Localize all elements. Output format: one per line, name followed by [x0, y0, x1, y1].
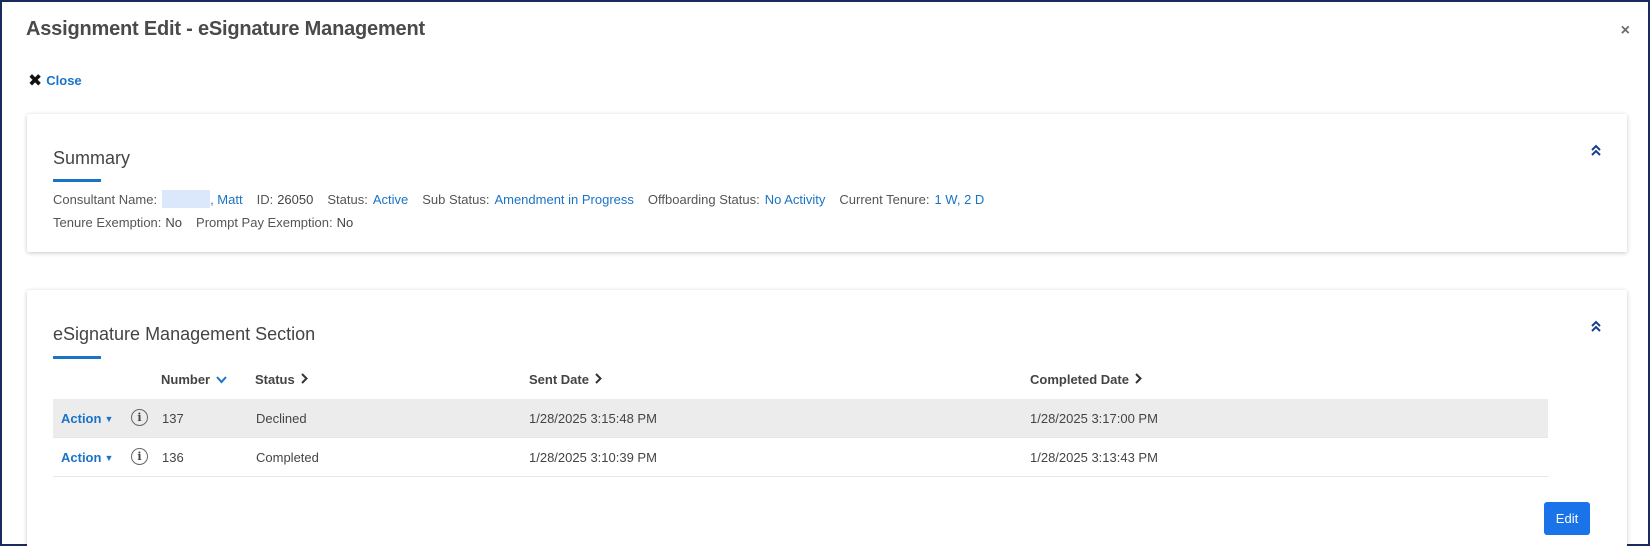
esignature-title-underline	[53, 356, 101, 359]
row-sent-date: 1/28/2025 3:15:48 PM	[529, 411, 657, 426]
row-status: Declined	[256, 411, 307, 426]
info-icon[interactable]: i	[131, 409, 148, 426]
row-sent-date: 1/28/2025 3:10:39 PM	[529, 450, 657, 465]
redacted-name	[162, 190, 211, 208]
tenure-exemption-value: No	[165, 215, 183, 230]
column-header-status[interactable]: Status	[255, 372, 308, 387]
consultant-name-label: Consultant Name:	[53, 191, 158, 207]
modal-close-icon[interactable]: ×	[1621, 22, 1630, 40]
caret-down-icon: ▼	[104, 413, 114, 424]
table-row: Action ▼ i 136 Completed 1/28/2025 3:10:…	[53, 438, 1548, 477]
status-label: Status:	[327, 191, 368, 207]
action-dropdown[interactable]: Action ▼	[61, 450, 113, 465]
info-icon[interactable]: i	[131, 448, 148, 465]
chevron-right-icon	[595, 372, 602, 387]
esignature-panel: eSignature Management Section Number Sta…	[27, 290, 1627, 546]
current-tenure-label: Current Tenure:	[839, 191, 930, 207]
caret-down-icon: ▼	[104, 452, 114, 463]
action-dropdown[interactable]: Action ▼	[61, 411, 113, 426]
close-link[interactable]: ✖ Close	[28, 72, 82, 89]
chevron-right-icon	[1135, 372, 1142, 387]
edit-button[interactable]: Edit	[1544, 502, 1590, 535]
summary-row-2: Tenure Exemption: No Prompt Pay Exemptio…	[53, 215, 353, 230]
offboarding-status-label: Offboarding Status:	[647, 191, 760, 207]
row-completed-date: 1/28/2025 3:13:43 PM	[1030, 450, 1158, 465]
esignature-title: eSignature Management Section	[53, 324, 316, 344]
summary-collapse-icon[interactable]	[1591, 144, 1601, 158]
column-header-number[interactable]: Number	[161, 372, 227, 387]
column-status-label: Status	[255, 372, 295, 387]
summary-title: Summary	[53, 148, 131, 168]
row-number: 137	[162, 411, 184, 426]
summary-panel: Summary Consultant Name: , Matt ID: 2605…	[27, 114, 1627, 252]
esignature-collapse-icon[interactable]	[1591, 320, 1601, 334]
id-value: 26050	[277, 191, 314, 207]
prompt-pay-exemption-label: Prompt Pay Exemption:	[196, 215, 333, 230]
sub-status-label: Sub Status:	[422, 191, 490, 207]
close-label: Close	[46, 73, 82, 88]
tenure-exemption-label: Tenure Exemption:	[53, 215, 162, 230]
column-header-completed-date[interactable]: Completed Date	[1030, 372, 1142, 387]
prompt-pay-exemption-value: No	[336, 215, 354, 230]
status-link[interactable]: Active	[373, 192, 408, 207]
row-status: Completed	[256, 450, 319, 465]
action-label: Action	[61, 450, 102, 465]
action-label: Action	[61, 411, 102, 426]
current-tenure-link[interactable]: 1 W, 2 D	[934, 192, 984, 207]
row-completed-date: 1/28/2025 3:17:00 PM	[1030, 411, 1158, 426]
table-header: Number Status Sent Date Completed Date	[53, 364, 1548, 398]
offboarding-status-link[interactable]: No Activity	[765, 192, 826, 207]
column-number-label: Number	[161, 372, 211, 387]
column-header-sent-date[interactable]: Sent Date	[529, 372, 602, 387]
sub-status-link[interactable]: Amendment in Progress	[494, 192, 633, 207]
sort-desc-icon	[216, 372, 227, 387]
column-sent-label: Sent Date	[529, 372, 589, 387]
consultant-name-link[interactable]: , Matt	[210, 192, 243, 207]
table-row: Action ▼ i 137 Declined 1/28/2025 3:15:4…	[53, 399, 1548, 438]
column-completed-label: Completed Date	[1030, 372, 1129, 387]
row-number: 136	[162, 450, 184, 465]
chevron-right-icon	[301, 372, 308, 387]
modal-window: Assignment Edit - eSignature Management …	[0, 0, 1650, 546]
close-icon: ✖	[28, 71, 43, 90]
summary-row-1: Consultant Name: , Matt ID: 26050 Status…	[53, 190, 984, 208]
modal-title: Assignment Edit - eSignature Management	[26, 18, 425, 40]
summary-title-underline	[53, 179, 101, 182]
id-label: ID:	[256, 191, 274, 207]
